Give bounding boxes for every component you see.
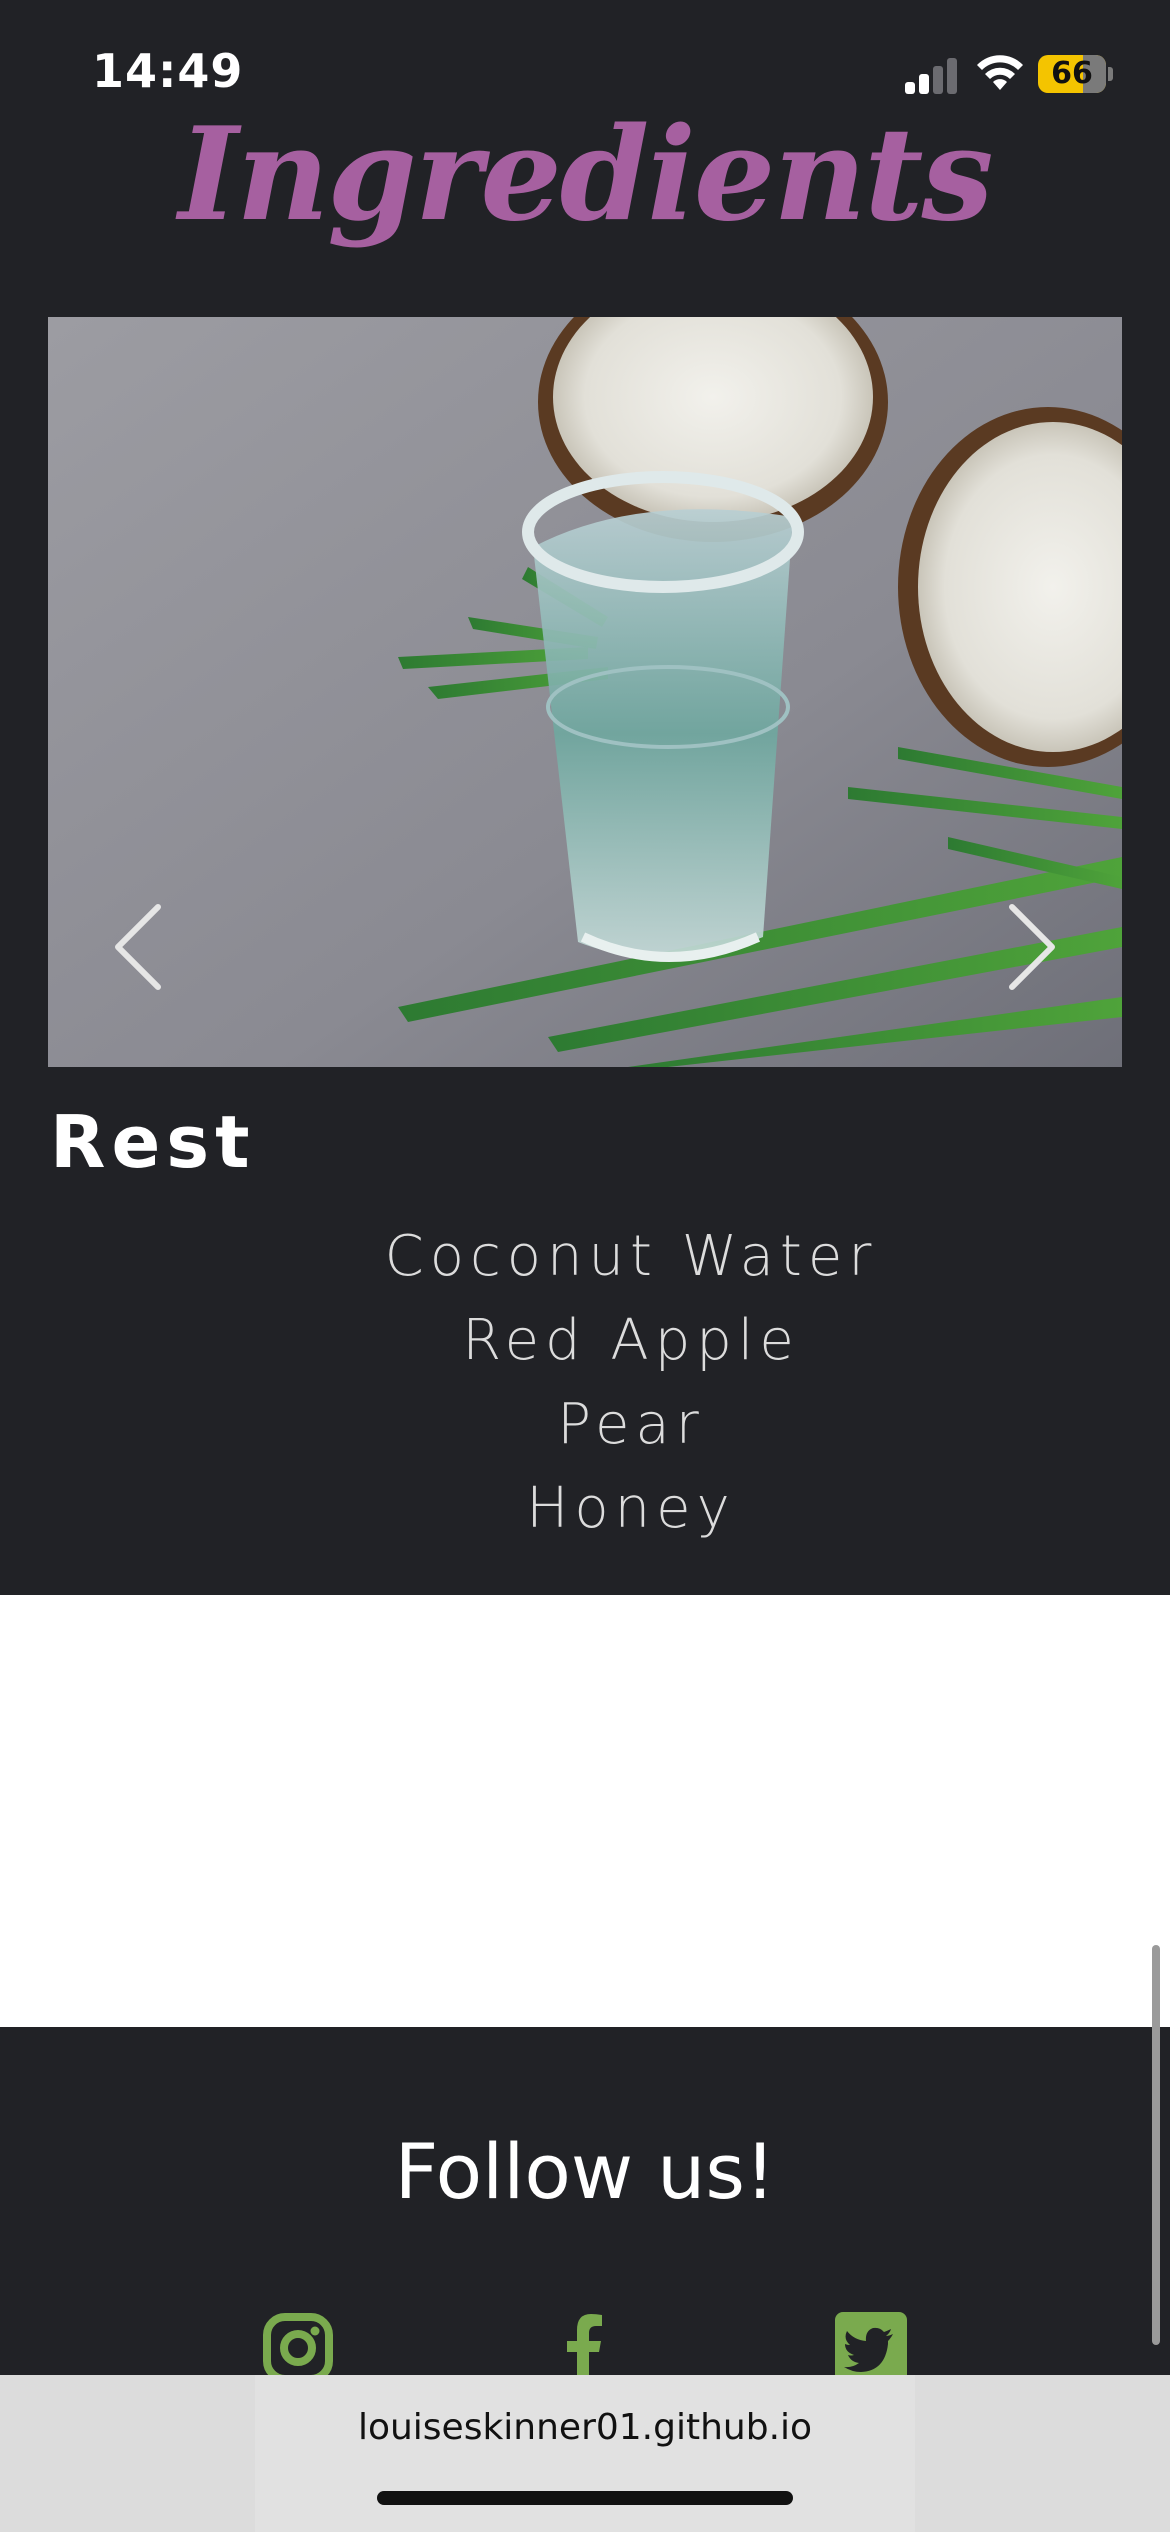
address-field[interactable] [255, 2375, 915, 2532]
ingredient-item: Honey [526, 1476, 736, 1541]
signal-bar [919, 74, 929, 94]
facebook-icon[interactable] [549, 2312, 621, 2384]
ingredient-item: Coconut Water [384, 1224, 878, 1289]
ingredient-item: Red Apple [462, 1308, 800, 1373]
browser-address-bar[interactable]: louiseskinner01.github.io [0, 2375, 1170, 2532]
signal-bar [933, 66, 943, 94]
ingredient-list: Coconut Water Red Apple Pear Honey [0, 1215, 1170, 1551]
home-indicator[interactable] [377, 2491, 793, 2505]
ingredient-item: Pear [557, 1392, 705, 1457]
signal-bar [905, 82, 915, 94]
ingredients-carousel[interactable] [48, 317, 1122, 1067]
signal-bar [947, 58, 957, 94]
battery-icon: 66 [1038, 55, 1114, 93]
coconut-water-image [48, 317, 1122, 1067]
battery-level: 66 [1051, 56, 1093, 91]
twitter-icon[interactable] [835, 2312, 907, 2384]
section-heading: Ingredients [178, 100, 993, 250]
page-scrollbar[interactable] [1152, 1945, 1160, 2345]
chevron-right-icon [1009, 904, 1055, 990]
wifi-icon [977, 55, 1023, 90]
blank-content-section [0, 1595, 1170, 2027]
carousel-next-button[interactable] [992, 887, 1082, 1007]
instagram-icon[interactable] [262, 2312, 334, 2384]
status-time: 14:49 [92, 44, 244, 98]
cellular-signal-icon [905, 56, 959, 94]
slide-title: Rest [50, 1100, 256, 1184]
page: 14:49 66 Ingredients Rest Coconut Water … [0, 0, 1170, 2532]
follow-us-heading: Follow us! [394, 2127, 776, 2216]
address-url[interactable]: louiseskinner01.github.io [0, 2407, 1170, 2448]
carousel-prev-button[interactable] [88, 887, 178, 1007]
chevron-left-icon [115, 904, 161, 990]
